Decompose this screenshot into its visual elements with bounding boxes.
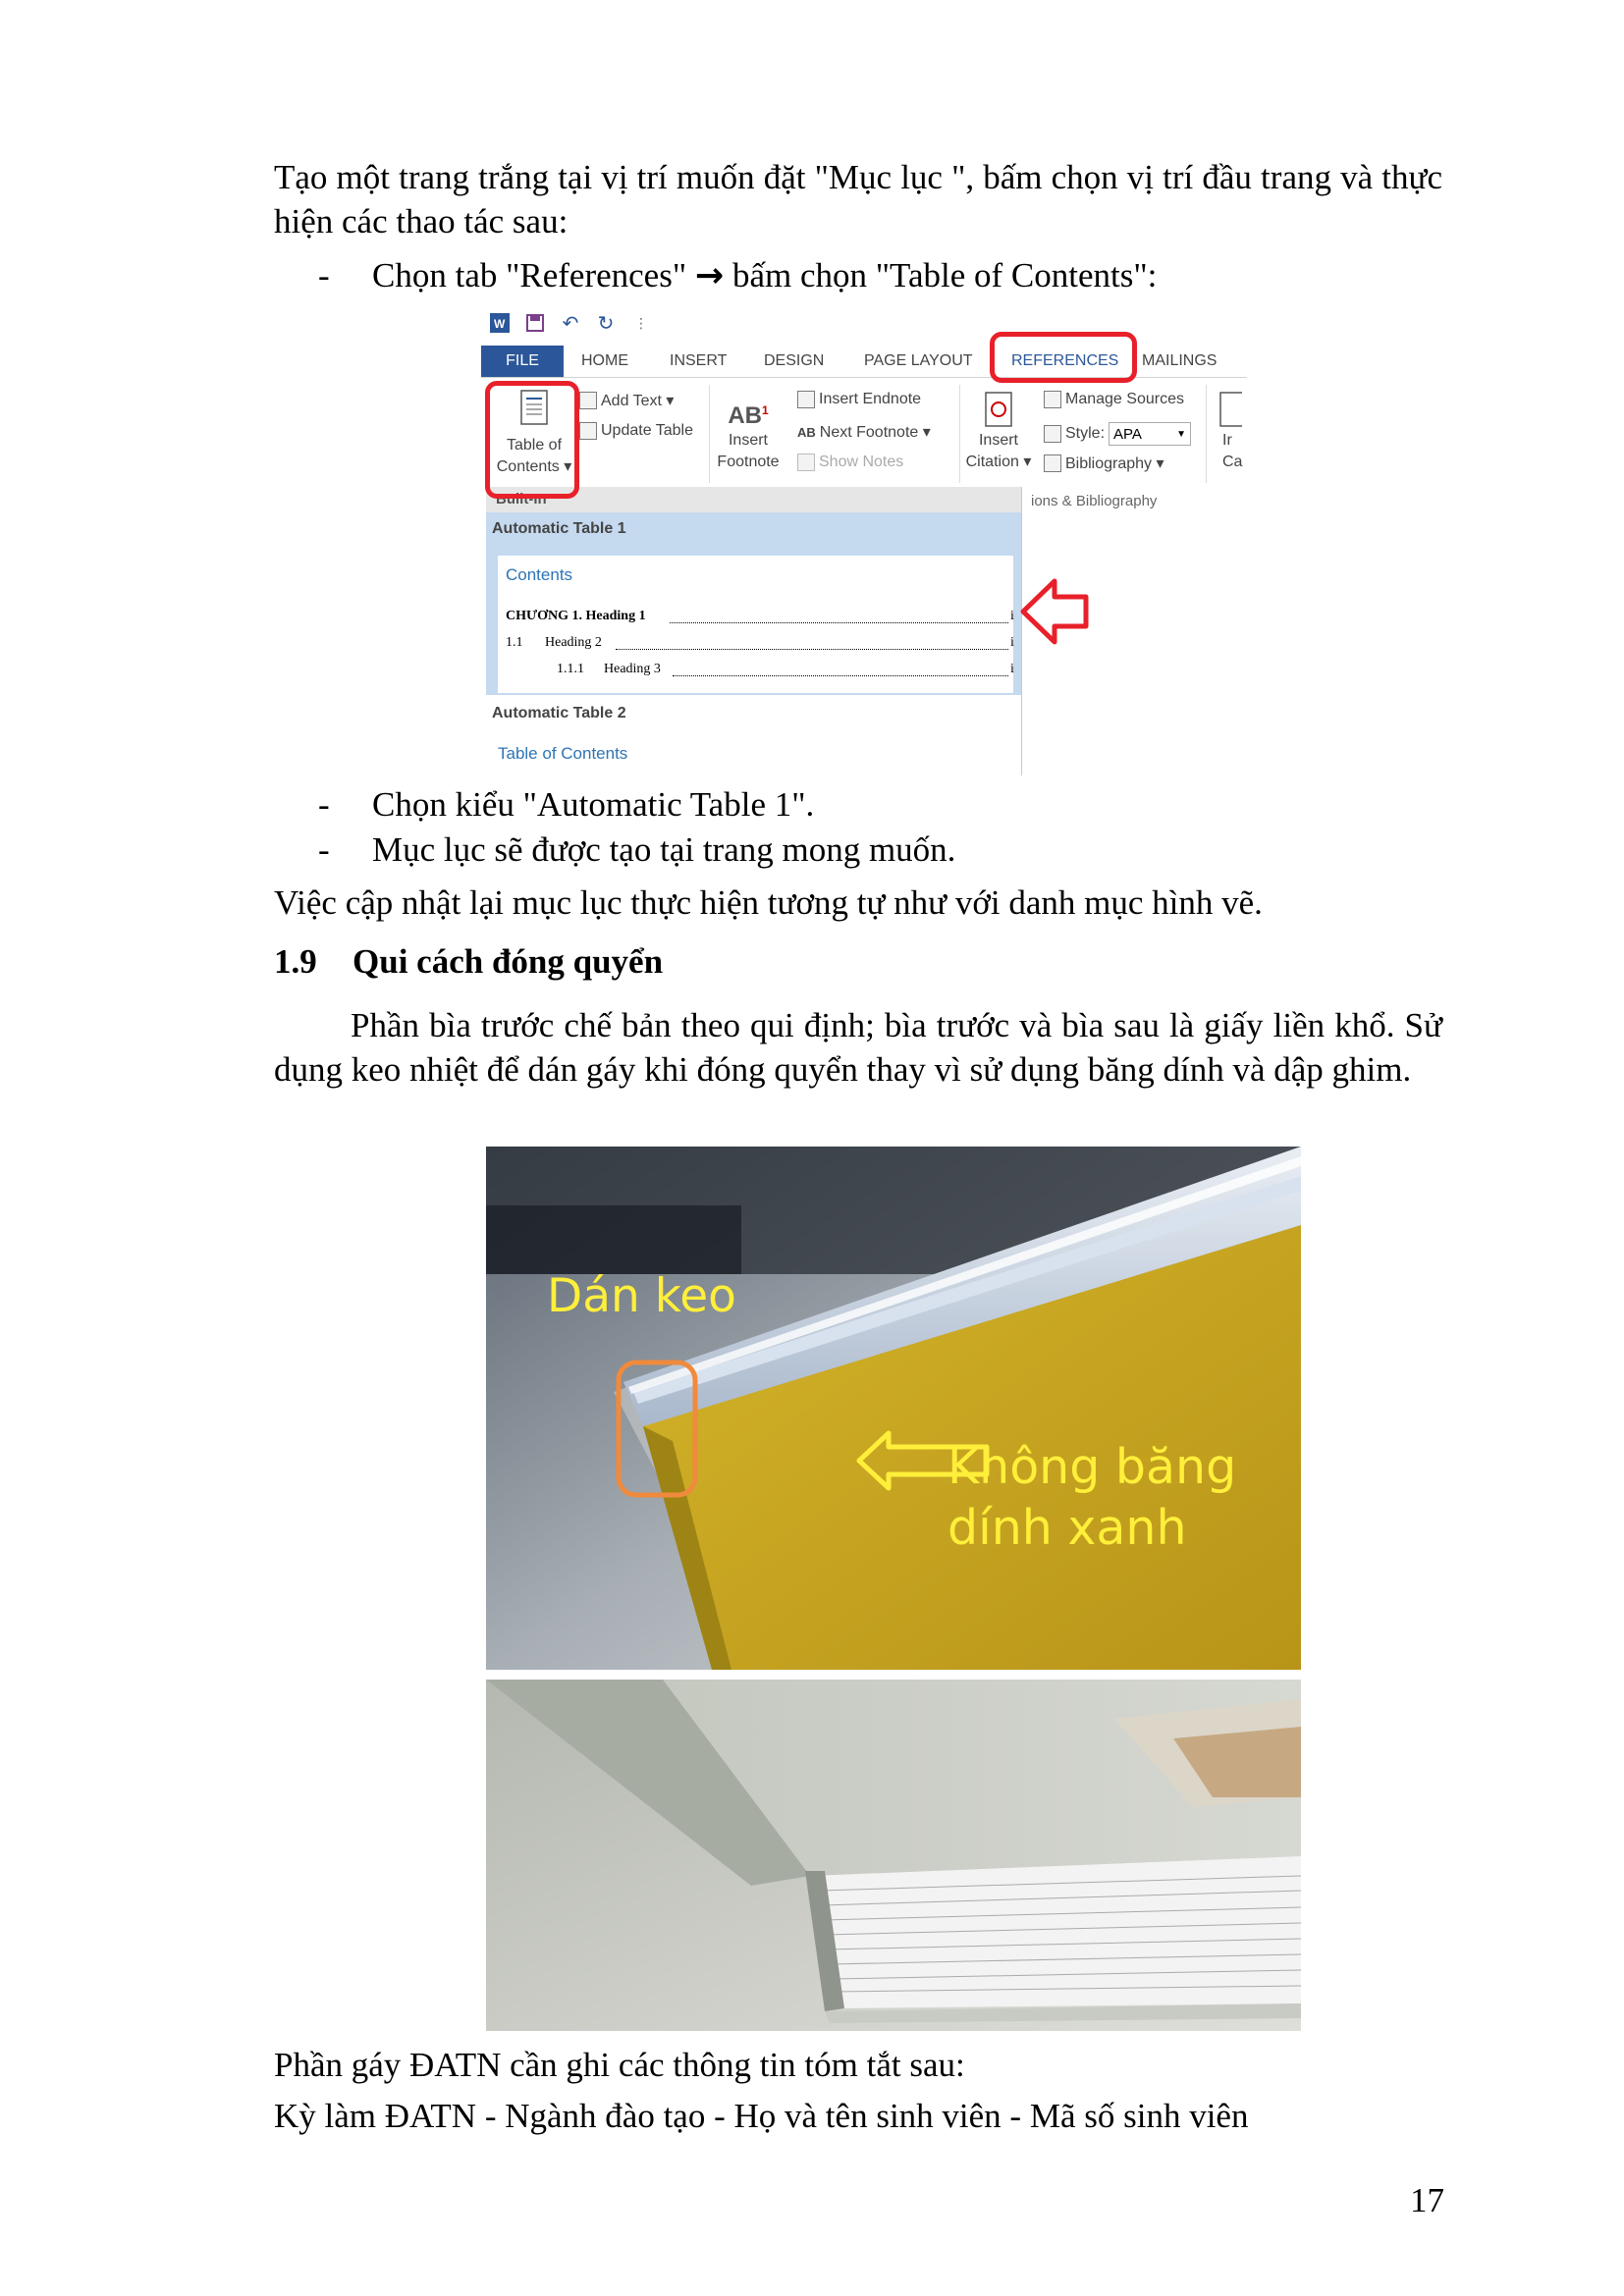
intro-paragraph: Tạo một trang trắng tại vị trí muốn đặt …: [274, 158, 1442, 240]
label-no-tape-1: Không băng: [947, 1439, 1237, 1495]
style-dropdown[interactable]: APA ▼: [1109, 422, 1192, 446]
caption-icon: [1213, 391, 1245, 430]
highlight-references-tab: [990, 332, 1137, 383]
page-number: 17: [1410, 2181, 1444, 2219]
quick-access-toolbar: W ↶ ↻ ⋮: [489, 308, 652, 338]
automatic-table-2-option[interactable]: Automatic Table 2: [492, 705, 626, 722]
toc-preview-page-2: i: [1010, 635, 1014, 650]
manage-sources-button[interactable]: Manage Sources: [1044, 391, 1184, 408]
update-note-paragraph: Việc cập nhật lại mục lục thực hiện tươn…: [274, 883, 1263, 922]
style-icon: [1044, 425, 1061, 443]
toc-preview-h3-num: 1.1.1: [557, 662, 584, 676]
toc-preview-chapter: CHƯƠNG 1. Heading 1: [506, 609, 646, 623]
tab-home[interactable]: HOME: [581, 346, 628, 377]
spine-fields-paragraph: Kỳ làm ĐATN - Ngành đào tạo - Họ và tên …: [274, 2097, 1249, 2135]
section-number: 1.9: [274, 942, 317, 981]
tab-mailings[interactable]: MAILINGS: [1142, 346, 1217, 377]
tab-page-layout[interactable]: PAGE LAYOUT: [864, 346, 973, 377]
highlight-toc-button: [485, 381, 579, 499]
label-glue: Dán keo: [547, 1269, 736, 1323]
update-table-button[interactable]: Update Table: [579, 422, 693, 440]
document-page: Tạo một trang trắng tại vị trí muốn đặt …: [0, 0, 1624, 2296]
toc-preview-page-1: i: [1010, 609, 1014, 623]
automatic-table-1-option[interactable]: Automatic Table 1 Contents CHƯƠNG 1. Hea…: [486, 512, 1021, 695]
next-footnote-icon: AB: [797, 424, 816, 440]
insert-endnote-button[interactable]: Insert Endnote: [797, 391, 921, 408]
arrow-right-icon: →: [694, 256, 725, 295]
toc-preview-h2: Heading 2: [545, 635, 602, 650]
show-notes-icon: [797, 454, 815, 471]
footnote-ab-icon: AB1: [728, 402, 769, 429]
section-title: Qui cách đóng quyển: [352, 942, 664, 981]
toc-preview: Contents CHƯƠNG 1. Heading 1 i 1.1 Headi…: [498, 556, 1014, 693]
citations-group-label: ions & Bibliography: [1031, 493, 1158, 509]
customize-qat-icon: ⋮: [634, 314, 648, 331]
step1-text: Chọn tab "References": [372, 256, 695, 294]
word-logo-icon: W: [489, 312, 511, 334]
spine-info-paragraph: Phần gáy ĐATN cần ghi các thông tin tóm …: [274, 2046, 965, 2084]
table-of-contents-preview-title: Table of Contents: [498, 744, 628, 763]
save-icon: [524, 312, 546, 334]
tab-file[interactable]: FILE: [481, 346, 564, 377]
add-text-button[interactable]: Add Text ▾: [579, 391, 674, 410]
book-spine-photo-top: Dán keo Không băng dính xanh: [486, 1147, 1301, 1670]
binding-paragraph: Phần bìa trước chế bản theo qui định; bì…: [274, 1006, 1442, 1089]
red-arrow-left-icon: [1019, 577, 1090, 651]
svg-text:W: W: [494, 317, 506, 331]
update-table-icon: [579, 422, 597, 440]
toc-dropdown-gallery: Built-In Automatic Table 1 Contents CHƯƠ…: [486, 487, 1022, 775]
toc-preview-h2-num: 1.1: [506, 635, 523, 650]
add-text-icon: [579, 392, 597, 409]
next-footnote-button[interactable]: AB Next Footnote ▾: [797, 422, 931, 442]
insert-caption-button-partial[interactable]: Ir Ca: [1213, 391, 1245, 473]
book-spine-photo-bottom: [486, 1680, 1301, 2031]
style-label: Style:: [1065, 425, 1106, 442]
insert-citation-button[interactable]: Insert Citation ▾: [964, 391, 1033, 473]
insert-citation-icon: [964, 391, 1033, 430]
word-references-ribbon-screenshot: W ↶ ↻ ⋮ FILE HOME INSERT DESIGN PAGE LAY…: [481, 304, 1247, 775]
step1-text-end: bấm chọn "Table of Contents":: [724, 256, 1158, 294]
undo-icon: ↶: [562, 312, 579, 335]
step3-text: Mục lục sẽ được tạo tại trang mong muốn.: [372, 830, 956, 869]
show-notes-button[interactable]: Show Notes: [797, 454, 903, 471]
section-heading: 1.9 Qui cách đóng quyển: [274, 942, 663, 982]
automatic-table-1-label: Automatic Table 1: [492, 520, 626, 537]
toc-preview-title: Contents: [506, 565, 573, 584]
chevron-down-icon: ▼: [1176, 429, 1187, 440]
toc-preview-page-3: i: [1010, 662, 1014, 676]
bullet-dash: -: [318, 256, 330, 294]
step2-text: Chọn kiểu "Automatic Table 1".: [372, 785, 815, 824]
label-no-tape-2: dính xanh: [947, 1500, 1187, 1556]
style-selector[interactable]: Style: APA ▼: [1044, 422, 1192, 446]
tab-insert[interactable]: INSERT: [670, 346, 727, 377]
insert-endnote-icon: [797, 391, 815, 408]
toc-preview-h3: Heading 3: [604, 662, 661, 676]
bibliography-button[interactable]: Bibliography ▾: [1044, 454, 1164, 473]
manage-sources-icon: [1044, 391, 1061, 408]
tab-design[interactable]: DESIGN: [764, 346, 824, 377]
redo-icon: ↻: [597, 312, 615, 335]
bibliography-icon: [1044, 454, 1061, 472]
insert-footnote-button[interactable]: AB1 Insert Footnote: [713, 391, 784, 473]
